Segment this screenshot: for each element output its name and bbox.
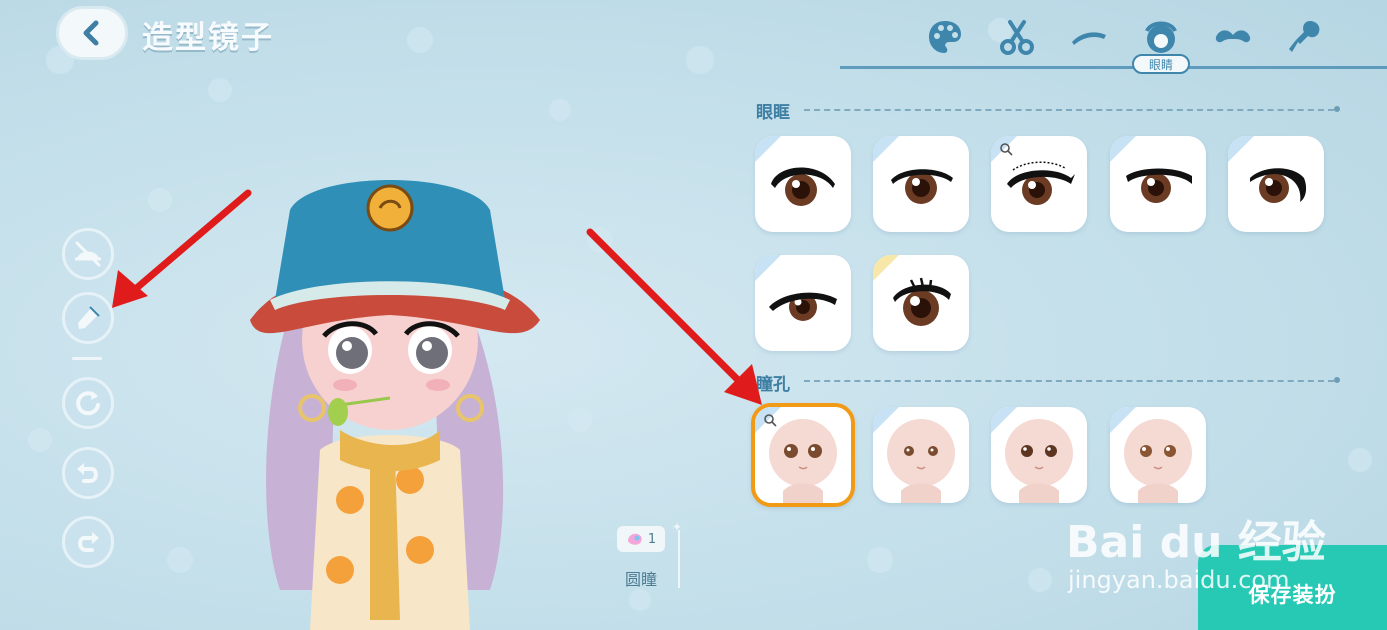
eyebrow-icon bbox=[1072, 32, 1106, 45]
scissors-icon bbox=[1000, 20, 1034, 55]
eye-frame-option[interactable] bbox=[755, 255, 851, 351]
tab-mustache[interactable] bbox=[1208, 12, 1258, 62]
undo-button[interactable] bbox=[62, 447, 114, 499]
eye-frame-option[interactable] bbox=[1228, 136, 1324, 232]
tab-makeup[interactable] bbox=[1280, 12, 1330, 62]
redo-icon bbox=[78, 532, 99, 552]
eye-frame-option[interactable] bbox=[873, 136, 969, 232]
mustache-icon bbox=[1215, 30, 1251, 43]
redo-button[interactable] bbox=[62, 516, 114, 568]
tab-eyebrow[interactable] bbox=[1064, 12, 1114, 62]
rotate-button[interactable] bbox=[62, 377, 114, 429]
rotate-icon bbox=[76, 391, 100, 416]
eye-icon bbox=[1145, 21, 1177, 53]
active-tab-label: 眼睛 bbox=[1132, 54, 1190, 74]
eye-frame-option[interactable] bbox=[873, 255, 969, 351]
section-divider bbox=[804, 109, 1334, 111]
tab-underline bbox=[840, 66, 1387, 69]
sparkle-icon: ✦ bbox=[672, 520, 683, 534]
eye-frame-option[interactable] bbox=[755, 136, 851, 232]
tab-color[interactable] bbox=[920, 12, 970, 62]
palette-icon bbox=[929, 21, 961, 53]
pupil-count-tag: 1 bbox=[617, 526, 665, 552]
watermark-url: jingyan.baidu.com bbox=[1068, 566, 1290, 594]
divider-dot bbox=[1334, 377, 1340, 383]
eye-style-icon bbox=[771, 167, 835, 208]
hide-accessory-button[interactable] bbox=[62, 228, 114, 280]
watermark-logo: Bai du 经验 bbox=[1066, 517, 1326, 568]
pupil-info-bar bbox=[678, 530, 680, 588]
eye-style-icon bbox=[1126, 168, 1192, 203]
divider-dot bbox=[1334, 106, 1340, 112]
eye-style-icon bbox=[891, 169, 953, 204]
back-button[interactable] bbox=[56, 6, 128, 60]
eye-style-icon bbox=[769, 292, 837, 321]
eye-style-icon bbox=[1007, 161, 1075, 205]
pupil-option[interactable] bbox=[991, 407, 1087, 503]
eyedropper-button[interactable] bbox=[62, 292, 114, 344]
pupil-swatch-icon bbox=[627, 533, 642, 545]
brush-icon bbox=[1289, 21, 1320, 52]
hide-accessory-icon bbox=[75, 241, 101, 267]
chevron-left-icon bbox=[83, 20, 99, 46]
zoom-icon bbox=[1000, 143, 1013, 156]
eye-style-icon bbox=[1250, 168, 1307, 203]
page-title: 造型镜子 bbox=[142, 20, 274, 56]
pupil-style-name: 圆瞳 bbox=[625, 570, 658, 589]
pupil-option[interactable] bbox=[873, 407, 969, 503]
tool-divider bbox=[72, 357, 102, 360]
pupil-option-selected[interactable] bbox=[751, 403, 855, 507]
annotation-arrow-right bbox=[586, 228, 762, 405]
section-title-eye-frame: 眼眶 bbox=[756, 103, 790, 123]
zoom-icon bbox=[764, 414, 777, 427]
eye-frame-option[interactable] bbox=[1110, 136, 1206, 232]
avatar-character bbox=[250, 180, 540, 630]
eyedropper-icon bbox=[78, 306, 100, 329]
pupil-option[interactable] bbox=[1110, 407, 1206, 503]
undo-icon bbox=[77, 463, 98, 483]
eye-frame-option[interactable] bbox=[991, 136, 1087, 232]
section-title-pupil: 瞳孔 bbox=[756, 375, 790, 395]
section-divider bbox=[804, 380, 1334, 382]
tab-hair[interactable] bbox=[992, 12, 1042, 62]
pupil-count: 1 bbox=[647, 531, 657, 547]
